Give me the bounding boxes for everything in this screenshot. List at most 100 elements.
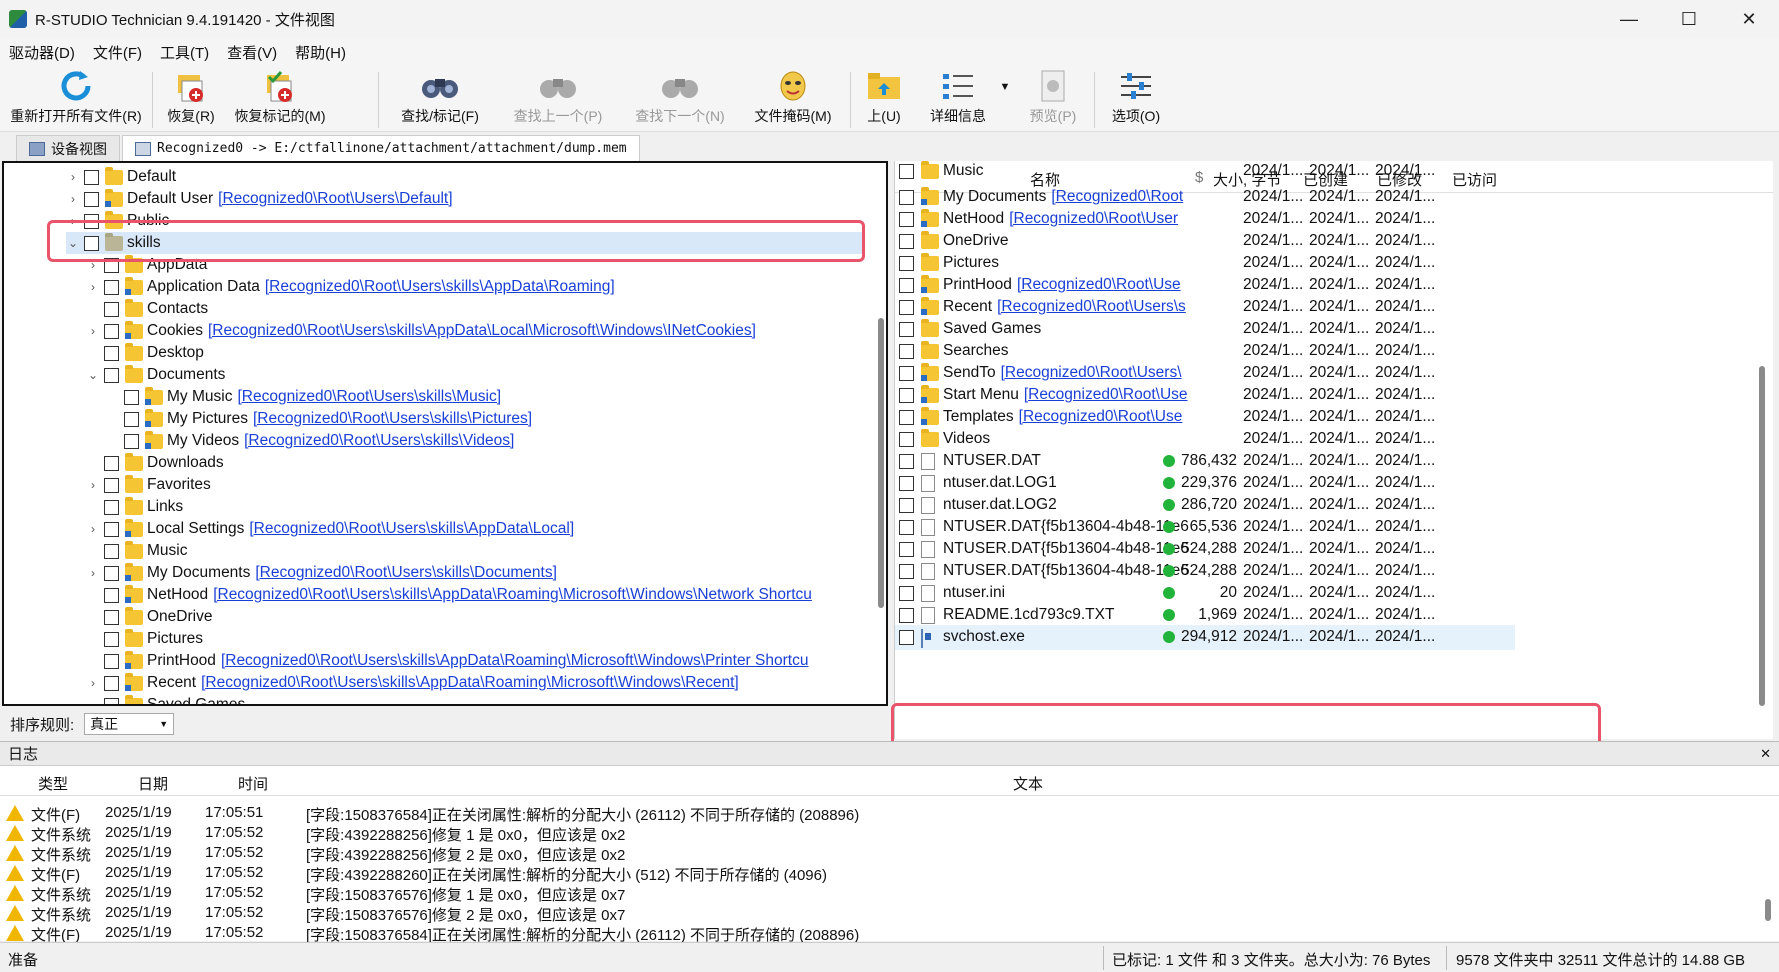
log-col-text[interactable]: 文本 — [1013, 773, 1043, 794]
tree-item[interactable]: › Recent [Recognized0\Root\Users\skills\Ap… — [86, 672, 739, 694]
tab-file-view[interactable]: Recognized0 -> E:/ctfallinone/attachment… — [122, 135, 640, 161]
tree-item[interactable]: › Default User [Recognized0\Root\Users\Def… — [66, 188, 453, 210]
tree-checkbox[interactable] — [104, 653, 119, 669]
tree-checkbox[interactable] — [104, 587, 119, 603]
tree-item[interactable]: Music — [86, 540, 187, 562]
tree-checkbox[interactable] — [104, 323, 119, 339]
tab-device-view[interactable]: 设备视图 — [16, 135, 120, 161]
tree-expander-icon[interactable]: ⌄ — [86, 368, 100, 382]
tree-item[interactable]: › Cookies [Recognized0\Root\Users\skills\A… — [86, 320, 756, 342]
file-checkbox[interactable] — [899, 586, 914, 601]
tree-checkbox[interactable] — [104, 565, 119, 581]
file-checkbox[interactable] — [899, 564, 914, 579]
tree-checkbox[interactable] — [104, 345, 119, 361]
tree-checkbox[interactable] — [104, 301, 119, 317]
tree-item[interactable]: › Local Settings [Recognized0\Root\Users\s… — [86, 518, 574, 540]
find-previous-button[interactable]: 查找上一个(P) — [505, 68, 611, 130]
tree-item-link[interactable]: [Recognized0\Root\Users\Default] — [218, 190, 452, 208]
tree-checkbox[interactable] — [104, 675, 119, 691]
preview-button[interactable]: 预览(P) — [1022, 68, 1084, 130]
tree-item[interactable]: Pictures — [86, 628, 203, 650]
menu-drives[interactable]: 驱动器(D) — [9, 42, 75, 63]
file-checkbox[interactable] — [899, 212, 914, 227]
tree-checkbox[interactable] — [104, 455, 119, 471]
log-col-time[interactable]: 时间 — [238, 773, 268, 794]
log-row[interactable]: 文件系统 2025/1/19 17:05:52 [字段:1508376576]修复 2… — [0, 903, 1760, 924]
find-next-button[interactable]: 查找下一个(N) — [627, 68, 733, 130]
details-dropdown-arrow[interactable]: ▼ — [996, 68, 1014, 130]
log-row[interactable]: 文件系统 2025/1/19 17:05:52 [字段:4392288256]修复 1… — [0, 823, 1760, 844]
tree-item-link[interactable]: [Recognized0\Root\Users\skills\Pictures] — [253, 410, 532, 428]
tree-item[interactable]: My Music [Recognized0\Root\Users\skills\M… — [106, 386, 501, 408]
log-scrollbar[interactable] — [1765, 899, 1771, 921]
tree-item[interactable]: Downloads — [86, 452, 224, 474]
tree-item[interactable]: › My Documents [Recognized0\Root\Users\ski… — [86, 562, 557, 584]
tree-item[interactable]: Contacts — [86, 298, 208, 320]
menu-tools[interactable]: 工具(T) — [160, 42, 209, 63]
menu-view[interactable]: 查看(V) — [227, 42, 277, 63]
tree-checkbox[interactable] — [104, 543, 119, 559]
tree-checkbox[interactable] — [104, 477, 119, 493]
file-mask-button[interactable]: 文件掩码(M) — [750, 68, 836, 130]
file-checkbox[interactable] — [899, 476, 914, 491]
tree-checkbox[interactable] — [104, 367, 119, 383]
log-row[interactable]: 文件系统 2025/1/19 17:05:52 [字段:1508376576]修复 1… — [0, 883, 1760, 904]
tree-item-link[interactable]: [Recognized0\Root\Users\skills\AppData\L… — [208, 322, 756, 340]
find-mark-button[interactable]: 查找/标记(F) — [390, 68, 490, 130]
tree-item[interactable]: Saved Games — [86, 694, 245, 704]
file-link[interactable]: [Recognized0\Root\Use — [1019, 408, 1183, 425]
log-row[interactable]: 文件(F) 2025/1/19 17:05:52 [字段:4392288260]正在关… — [0, 863, 1760, 884]
tree-checkbox[interactable] — [84, 169, 99, 185]
minimize-button[interactable]: — — [1599, 0, 1659, 38]
tree-item[interactable]: › Application Data [Recognized0\Root\Users… — [86, 276, 615, 298]
file-link[interactable]: [Recognized0\Root\Use — [1024, 386, 1188, 403]
log-col-date[interactable]: 日期 — [138, 773, 168, 794]
tree-expander-icon[interactable]: › — [66, 192, 80, 206]
tree-item[interactable]: Links — [86, 496, 183, 518]
options-button[interactable]: 选项(O) — [1104, 68, 1168, 130]
file-checkbox[interactable] — [899, 300, 914, 315]
tree-expander-icon[interactable]: › — [86, 566, 100, 580]
tree-item[interactable]: My Videos [Recognized0\Root\Users\skills\… — [106, 430, 514, 452]
file-checkbox[interactable] — [899, 498, 914, 513]
menu-help[interactable]: 帮助(H) — [295, 42, 346, 63]
tree-item[interactable]: NetHood [Recognized0\Root\Users\skills\Ap… — [86, 584, 812, 606]
log-row[interactable]: 文件(F) 2025/1/19 17:05:51 [字段:1508376584]正在关… — [0, 803, 1760, 824]
file-checkbox[interactable] — [899, 410, 914, 425]
tree-item-link[interactable]: [Recognized0\Root\Users\skills\AppData\R… — [201, 674, 739, 692]
tree-checkbox[interactable] — [124, 433, 139, 449]
tree-expander-icon[interactable]: › — [86, 522, 100, 536]
details-button[interactable]: 详细信息 — [922, 68, 994, 130]
tree-expander-icon[interactable]: › — [86, 280, 100, 294]
file-checkbox[interactable] — [899, 256, 914, 271]
tree-expander-icon[interactable]: › — [86, 676, 100, 690]
file-checkbox[interactable] — [899, 322, 914, 337]
tree-expander-icon[interactable]: › — [66, 170, 80, 184]
tree-expander-icon[interactable]: › — [86, 324, 100, 338]
recover-marked-button[interactable]: 恢复标记的(M) — [230, 68, 330, 130]
log-col-type[interactable]: 类型 — [38, 773, 68, 794]
recover-button[interactable]: 恢复(R) — [160, 68, 222, 130]
tree-item-link[interactable]: [Recognized0\Root\Users\skills\Documents… — [255, 564, 557, 582]
tree-item[interactable]: PrintHood [Recognized0\Root\Users\skills\… — [86, 650, 808, 672]
menu-file[interactable]: 文件(F) — [93, 42, 142, 63]
tree-checkbox[interactable] — [104, 279, 119, 295]
file-checkbox[interactable] — [899, 454, 914, 469]
file-link[interactable]: [Recognized0\Root\Use — [1017, 276, 1181, 293]
file-checkbox[interactable] — [899, 234, 914, 249]
file-checkbox[interactable] — [899, 520, 914, 535]
sort-select[interactable]: 真正 ▼ — [84, 713, 175, 735]
file-checkbox[interactable] — [899, 608, 914, 623]
up-button[interactable]: 上(U) — [860, 68, 908, 130]
tree-checkbox[interactable] — [124, 389, 139, 405]
tree-item[interactable]: › Default — [66, 166, 176, 188]
file-link[interactable]: [Recognized0\Root — [1051, 188, 1183, 205]
tree-item-link[interactable]: [Recognized0\Root\Users\skills\Videos] — [244, 432, 514, 450]
file-link[interactable]: [Recognized0\Root\Users\s — [997, 298, 1186, 315]
file-checkbox[interactable] — [899, 366, 914, 381]
file-row[interactable]: svchost.exe 294,912 2024/1... 2024/1... 2024… — [895, 625, 1515, 650]
file-checkbox[interactable] — [899, 432, 914, 447]
tree-item-link[interactable]: [Recognized0\Root\Users\skills\AppData\L… — [249, 520, 574, 538]
file-checkbox[interactable] — [899, 388, 914, 403]
maximize-button[interactable]: ☐ — [1659, 0, 1719, 38]
